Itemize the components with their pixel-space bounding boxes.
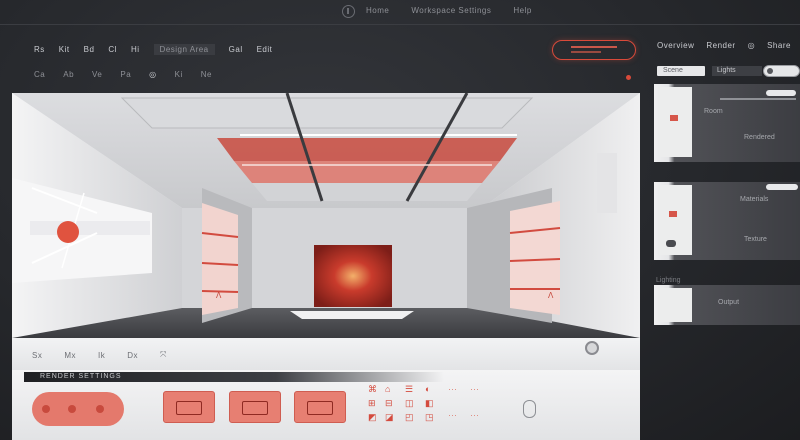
right-nav: Overview Render ◎ Share [657,41,791,50]
side-tab-scene[interactable]: Scene [657,66,705,76]
top-nav-home[interactable]: Home [366,6,389,15]
info-icon[interactable] [342,5,355,18]
side-card-materials[interactable]: Materials Texture [654,182,800,260]
right-nav-share[interactable]: Share [767,41,791,50]
dot-icon [96,405,104,413]
record-icon [42,405,50,413]
panel-toggle[interactable] [763,65,800,77]
grid-icon[interactable]: ◳ [425,412,434,423]
grid-icon[interactable]: ⋯ [470,410,479,421]
viewport-controls: Sx Mx Ik Dx ⤧ [12,338,640,370]
card-tag [766,90,796,96]
swatch-icon [666,240,676,247]
view-tools: Sx Mx Ik Dx ⤧ [32,350,167,360]
room-render: Λ Λ [12,93,640,338]
card-meta: Output [718,299,740,306]
toolbar-item-edit[interactable]: Edit [257,45,273,54]
side-tab-scene-label: Scene [663,67,683,74]
grid-icon[interactable]: ⋯ [470,384,479,395]
materials-thumb-mark [669,211,677,217]
frame-icon [176,401,202,415]
toolbar-item-cl[interactable]: Cl [108,45,117,54]
card-thumbnail [658,185,692,255]
side-tab-lights-label: Lights [717,67,736,74]
settings-strip-label: RENDER SETTINGS [40,373,122,380]
toolbar-row-1: Rs Kit Bd Cl Hi Design Area Gal Edit [34,44,272,55]
zoom-dial-icon[interactable] [585,341,599,355]
toolbar-item-bd[interactable]: Bd [84,45,95,54]
grid-icon[interactable]: ☰ [405,384,413,395]
toolbar2-item-ve[interactable]: Ve [92,70,102,79]
card-thumbnail [658,288,692,322]
tool-mx[interactable]: Mx [64,351,76,360]
dot-icon [68,405,76,413]
grid-icon[interactable]: ⊞ [368,398,376,409]
preset-tile-2[interactable] [229,391,281,423]
right-nav-render[interactable]: Render [706,41,735,50]
card-title: Room [704,108,723,115]
svg-text:Λ: Λ [548,291,554,300]
toolbar2-item-ne[interactable]: Ne [201,70,212,79]
toolbar-design-area[interactable]: Design Area [153,44,215,55]
render-viewport[interactable]: Λ Λ [12,93,640,338]
grid-icon[interactable]: ◐ [425,384,430,394]
toolbar-item-rs[interactable]: Rs [34,45,45,54]
toolbar2-item-ca[interactable]: Ca [34,70,45,79]
card-tag [766,184,798,190]
toolbar2-item-ki[interactable]: Ki [175,70,183,79]
tool-ik[interactable]: Ik [98,351,105,360]
side-tab-lights[interactable]: Lights [712,66,762,76]
toggle-knob-icon [767,68,773,74]
grid-icon[interactable]: ⋯ [448,410,457,421]
top-nav-help[interactable]: Help [513,6,531,15]
preset-tile-1[interactable] [163,391,215,423]
top-nav-workspace[interactable]: Workspace Settings [411,6,491,15]
toolbar-item-gal[interactable]: Gal [229,45,243,54]
top-nav: Home Workspace Settings Help [366,6,532,15]
tool-dx[interactable]: Dx [127,351,138,360]
toolbar2-item-ab[interactable]: Ab [63,70,74,79]
room-thumb-mark [670,115,678,121]
card-thumbnail [658,87,692,157]
mouse-icon[interactable] [523,400,536,418]
top-bar: Home Workspace Settings Help [0,0,800,22]
toolbar-item-hi[interactable]: Hi [131,45,140,54]
card-meta: Texture [744,236,767,243]
right-nav-overview[interactable]: Overview [657,41,694,50]
expand-icon[interactable]: ⤧ [160,350,167,360]
primary-action-line [571,46,617,48]
grid-icon[interactable]: ◧ [425,398,434,409]
primary-action-line-2 [571,51,601,53]
card-title: Lighting [656,277,681,284]
target-icon[interactable]: ◎ [149,70,156,79]
toolbar-row-2: Ca Ab Ve Pa ◎ Ki Ne [34,70,212,79]
grid-icon[interactable]: ◫ [405,398,414,409]
card-meta: Rendered [744,134,775,141]
grid-icon[interactable]: ◪ [385,412,394,423]
primary-action-button[interactable] [552,40,636,60]
playback-pill[interactable] [32,392,124,426]
tool-sx[interactable]: Sx [32,351,42,360]
svg-text:Λ: Λ [216,291,222,300]
card-line [720,98,796,100]
grid-icon[interactable]: ◩ [368,412,377,423]
side-card-room[interactable]: Room Rendered [654,84,800,162]
grid-icon[interactable]: ⌘ [368,384,377,395]
battery-icon [242,401,268,415]
preset-tile-3[interactable] [294,391,346,423]
grid-icon[interactable]: ⊟ [385,398,393,409]
grid-icon[interactable]: ◰ [405,412,414,423]
window-icon [307,401,333,415]
toolbar-item-kit[interactable]: Kit [59,45,70,54]
settings-icon[interactable]: ◎ [748,41,755,50]
grid-icon[interactable]: ⌂ [385,384,390,394]
card-title: Materials [740,196,769,203]
toolbar2-item-pa[interactable]: Pa [120,70,131,79]
top-divider [0,24,800,25]
side-card-lighting[interactable]: Lighting Output [654,277,800,325]
notification-dot [626,75,631,80]
grid-icon[interactable]: ⋯ [448,384,457,395]
